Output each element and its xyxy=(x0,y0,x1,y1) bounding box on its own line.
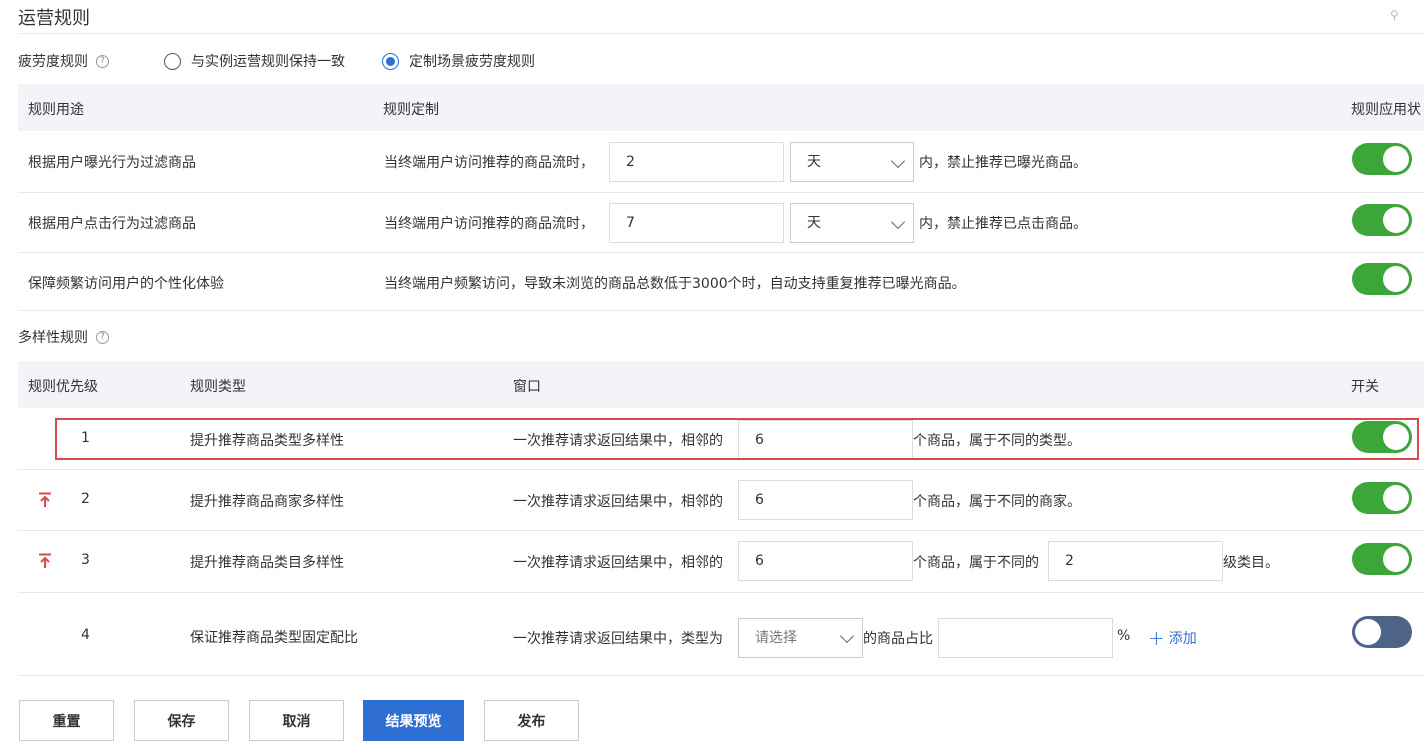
fixed-ratio-toggle[interactable] xyxy=(1352,616,1412,648)
chevron-down-icon xyxy=(890,153,906,169)
header-custom: 规则定制 xyxy=(383,102,439,118)
radio-label: 定制场景疲劳度规则 xyxy=(409,54,535,70)
fatigue-row-text: 当终端用户频繁访问，导致未浏览的商品总数低于3000个时，自动支持重复推荐已曝光… xyxy=(384,276,966,292)
merchant-window-input[interactable]: 6 xyxy=(738,480,913,520)
select-value: 天 xyxy=(807,215,821,231)
window-prefix: 一次推荐请求返回结果中，相邻的 xyxy=(513,555,723,571)
row-divider xyxy=(18,192,1424,193)
cancel-button[interactable]: 取消 xyxy=(249,700,344,741)
window-prefix: 一次推荐请求返回结果中，相邻的 xyxy=(513,494,723,510)
merchant-diversity-toggle[interactable] xyxy=(1352,482,1412,514)
header-window: 窗口 xyxy=(513,379,541,395)
exposure-unit-select[interactable]: 天 xyxy=(790,142,914,182)
fatigue-rule-label: 疲劳度规则 ? xyxy=(18,51,109,71)
window-suffix: 个商品，属于不同的类型。 xyxy=(913,433,1081,449)
type-diversity-toggle[interactable] xyxy=(1352,421,1412,453)
diversity-rule-label: 多样性规则 ? xyxy=(18,327,109,347)
chevron-down-icon xyxy=(839,628,855,644)
row-divider xyxy=(18,530,1424,531)
toggle-knob xyxy=(1383,207,1409,233)
fatigue-row-purpose: 保障频繁访问用户的个性化体验 xyxy=(28,276,224,292)
header-priority: 规则优先级 xyxy=(28,379,98,395)
help-icon[interactable]: ? xyxy=(96,330,109,344)
fatigue-row-purpose: 根据用户曝光行为过滤商品 xyxy=(28,155,196,171)
type-window-input[interactable]: 6 xyxy=(738,420,913,460)
priority-number: 3 xyxy=(81,552,90,568)
category-diversity-toggle[interactable] xyxy=(1352,543,1412,575)
radio-label: 与实例运营规则保持一致 xyxy=(191,54,345,70)
page-title: 运营规则 xyxy=(18,8,90,29)
select-placeholder: 请选择 xyxy=(755,630,797,646)
help-icon[interactable]: ? xyxy=(96,54,109,68)
row-divider xyxy=(18,252,1424,253)
header-type: 规则类型 xyxy=(190,379,246,395)
toggle-knob xyxy=(1383,546,1409,572)
fatigue-row-suffix: 内，禁止推荐已曝光商品。 xyxy=(919,155,1087,171)
priority-number: 4 xyxy=(81,627,90,643)
plus-icon: + xyxy=(1148,626,1165,650)
click-unit-select[interactable]: 天 xyxy=(790,203,914,243)
select-value: 天 xyxy=(807,154,821,170)
row-divider xyxy=(18,469,1424,470)
row-divider xyxy=(18,675,1424,676)
header-status: 规则应用状 xyxy=(1351,102,1421,118)
title-divider xyxy=(18,33,1424,34)
toggle-knob xyxy=(1383,485,1409,511)
ratio-input[interactable] xyxy=(938,618,1113,658)
window-prefix: 一次推荐请求返回结果中，相邻的 xyxy=(513,433,723,449)
move-top-icon[interactable] xyxy=(38,553,52,569)
priority-number: 1 xyxy=(81,430,90,446)
percent-sign: % xyxy=(1117,628,1131,644)
toggle-knob xyxy=(1383,266,1409,292)
rule-type: 提升推荐商品类目多样性 xyxy=(190,555,344,571)
fatigue-rule-label-text: 疲劳度规则 xyxy=(18,54,88,70)
window-middle: 的商品占比 xyxy=(863,631,933,647)
type-select[interactable]: 请选择 xyxy=(738,618,863,658)
window-middle: 个商品，属于不同的 xyxy=(913,555,1039,571)
exposure-days-input[interactable]: 2 xyxy=(609,142,784,182)
toggle-knob xyxy=(1383,424,1409,450)
fatigue-row-suffix: 内，禁止推荐已点击商品。 xyxy=(919,216,1087,232)
radio-custom-fatigue[interactable]: 定制场景疲劳度规则 xyxy=(382,51,535,71)
radio-circle[interactable] xyxy=(164,52,181,70)
fatigue-table-header: 规则用途 规则定制 规则应用状 xyxy=(18,84,1424,131)
diversity-rule-label-text: 多样性规则 xyxy=(18,330,88,346)
frequent-visit-toggle[interactable] xyxy=(1352,263,1412,295)
priority-number: 2 xyxy=(81,491,90,507)
toggle-knob xyxy=(1383,146,1409,172)
add-label: 添加 xyxy=(1168,631,1197,647)
rule-type: 提升推荐商品商家多样性 xyxy=(190,494,344,510)
header-switch: 开关 xyxy=(1351,379,1379,395)
window-suffix: 个商品，属于不同的商家。 xyxy=(913,494,1081,510)
diversity-table-header: 规则优先级 规则类型 窗口 开关 xyxy=(18,361,1424,408)
fatigue-row-purpose: 根据用户点击行为过滤商品 xyxy=(28,216,196,232)
radio-keep-consistent[interactable]: 与实例运营规则保持一致 xyxy=(164,51,345,71)
fatigue-row-prefix: 当终端用户访问推荐的商品流时， xyxy=(384,216,594,232)
save-button[interactable]: 保存 xyxy=(134,700,229,741)
reset-button[interactable]: 重置 xyxy=(19,700,114,741)
click-rule-toggle[interactable] xyxy=(1352,204,1412,236)
publish-button[interactable]: 发布 xyxy=(484,700,579,741)
exposure-rule-toggle[interactable] xyxy=(1352,143,1412,175)
row-divider xyxy=(18,310,1424,311)
add-link[interactable]: + 添加 xyxy=(1148,628,1197,648)
category-level-input[interactable]: 2 xyxy=(1048,541,1223,581)
location-icon[interactable]: ⚲ xyxy=(1390,8,1399,22)
rule-type: 保证推荐商品类型固定配比 xyxy=(190,630,358,646)
move-top-icon[interactable] xyxy=(38,492,52,508)
radio-circle-checked[interactable] xyxy=(382,52,399,70)
chevron-down-icon xyxy=(890,214,906,230)
preview-button[interactable]: 结果预览 xyxy=(363,700,464,741)
window-prefix: 一次推荐请求返回结果中，类型为 xyxy=(513,631,723,647)
toggle-knob xyxy=(1355,619,1381,645)
click-days-input[interactable]: 7 xyxy=(609,203,784,243)
window-suffix: 级类目。 xyxy=(1223,555,1279,571)
category-window-input[interactable]: 6 xyxy=(738,541,913,581)
rule-type: 提升推荐商品类型多样性 xyxy=(190,433,344,449)
row-divider xyxy=(18,592,1424,593)
fatigue-row-prefix: 当终端用户访问推荐的商品流时， xyxy=(384,155,594,171)
header-purpose: 规则用途 xyxy=(28,102,84,118)
